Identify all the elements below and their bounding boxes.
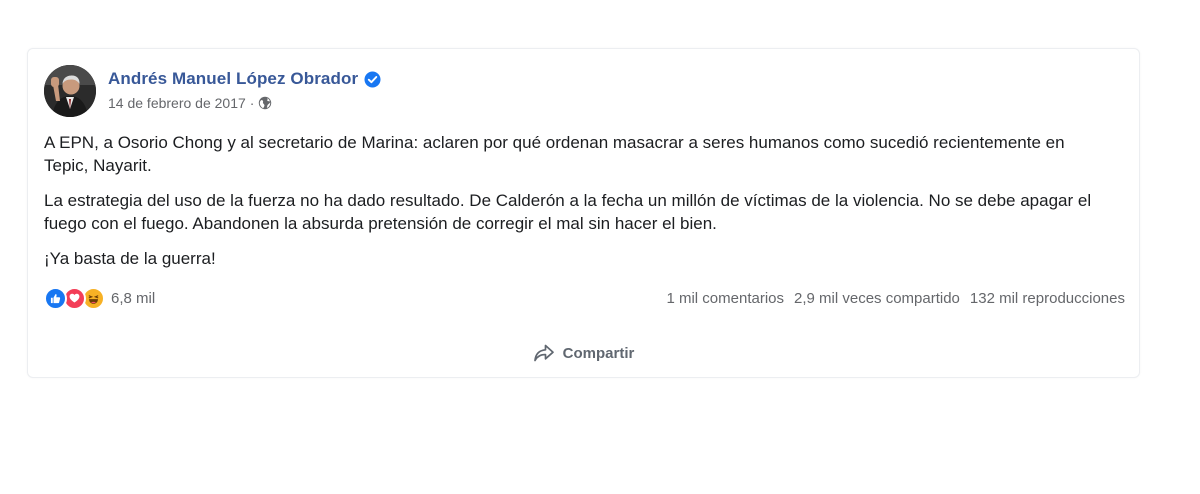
meta-separator: · [249,95,255,111]
engagement-counts: 1 mil comentarios 2,9 mil veces comparti… [666,290,1125,307]
post-actions-bar: Compartir [28,339,1139,367]
author-name-link[interactable]: Andrés Manuel López Obrador [108,69,358,89]
post-meta: 14 de febrero de 2017 · [108,95,272,111]
share-label: Compartir [562,344,635,362]
verified-badge-icon [364,71,381,88]
post-date-link[interactable]: 14 de febrero de 2017 [108,95,246,111]
share-arrow-icon [533,343,555,363]
post-text: A EPN, a Osorio Chong y al secretario de… [44,131,1104,282]
globe-icon[interactable] [258,96,272,110]
post-paragraph: A EPN, a Osorio Chong y al secretario de… [44,133,1065,175]
author-avatar[interactable] [44,65,96,117]
comments-count-link[interactable]: 1 mil comentarios [666,290,784,307]
facebook-post: Andrés Manuel López Obrador 14 de febrer… [27,48,1140,378]
post-stats-bar: 6,8 mil 1 mil comentarios 2,9 mil veces … [44,286,1125,310]
shares-count-link[interactable]: 2,9 mil veces compartido [794,290,960,307]
post-paragraph: ¡Ya basta de la guerra! [44,249,216,268]
share-button[interactable]: Compartir [523,339,645,367]
profile-photo-icon [44,65,96,117]
reaction-count: 6,8 mil [111,289,156,307]
like-icon [44,286,67,310]
post-paragraph: La estrategia del uso de la fuerza no ha… [44,191,1092,233]
views-count: 132 mil reproducciones [969,289,1125,307]
reactions-summary[interactable]: 6,8 mil [44,286,156,310]
author-header: Andrés Manuel López Obrador [108,69,381,89]
